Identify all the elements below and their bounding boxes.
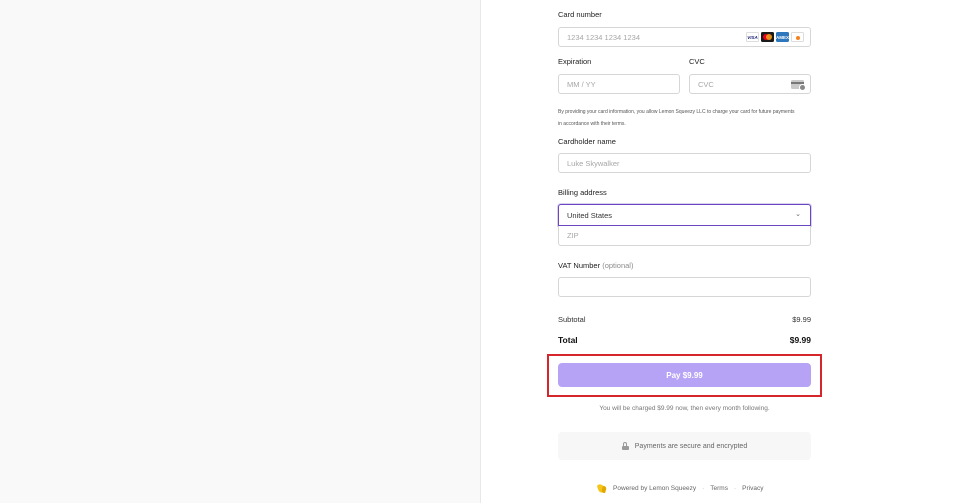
lock-icon: [621, 442, 629, 450]
cvc-card-icon: [791, 80, 806, 91]
card-number-label: Card number: [558, 10, 602, 19]
country-select[interactable]: United States ⌄: [558, 204, 811, 226]
cardholder-name-field[interactable]: Luke Skywalker: [558, 153, 811, 173]
billing-address-label: Billing address: [558, 188, 607, 197]
total-label: Total: [558, 335, 578, 345]
discover-icon: [791, 32, 804, 42]
vat-number-label: VAT Number (optional): [558, 261, 633, 270]
amex-icon: AMEX: [776, 32, 789, 42]
cardholder-name-label: Cardholder name: [558, 137, 616, 146]
zip-field[interactable]: ZIP: [558, 226, 811, 246]
total-row: Total $9.99: [558, 335, 811, 345]
vat-label-text: VAT Number: [558, 261, 601, 270]
secure-payment-banner: Payments are secure and encrypted: [558, 432, 811, 460]
footer-separator: ·: [733, 485, 737, 492]
total-value: $9.99: [789, 335, 811, 345]
expiration-placeholder: MM / YY: [567, 80, 596, 89]
card-number-field[interactable]: 1234 1234 1234 1234 VISA AMEX: [558, 27, 811, 47]
cardholder-name-placeholder: Luke Skywalker: [567, 159, 620, 168]
footer-separator: ·: [702, 485, 705, 492]
lemon-squeezy-logo-icon: [596, 483, 607, 494]
vat-number-field[interactable]: [558, 277, 811, 297]
charge-note: You will be charged $9.99 now, then ever…: [599, 405, 770, 412]
subtotal-value: $9.99: [792, 315, 811, 324]
consent-line-1: By providing your card information, you …: [558, 109, 795, 115]
cvc-field[interactable]: CVC: [689, 74, 811, 94]
chevron-down-icon: ⌄: [795, 211, 801, 218]
pay-button[interactable]: Pay $9.99: [558, 363, 811, 387]
visa-icon: VISA: [746, 32, 759, 42]
subtotal-row: Subtotal $9.99: [558, 315, 811, 324]
consent-line-2: in accordance with their terms.: [558, 121, 626, 127]
cvc-placeholder: CVC: [698, 80, 714, 89]
footer: Powered by Lemon Squeezy · Terms · Priva…: [596, 483, 763, 494]
card-brand-icons: VISA AMEX: [746, 32, 804, 42]
country-value: United States: [567, 211, 613, 220]
expiration-label: Expiration: [558, 57, 592, 66]
mastercard-icon: [761, 32, 774, 42]
powered-by-link[interactable]: Powered by Lemon Squeezy: [613, 485, 696, 492]
card-number-placeholder: 1234 1234 1234 1234: [567, 33, 640, 42]
secure-text: Payments are secure and encrypted: [634, 442, 748, 450]
checkout-panel: Card number 1234 1234 1234 1234 VISA AME…: [481, 0, 960, 503]
expiration-field[interactable]: MM / YY: [558, 74, 680, 94]
terms-link[interactable]: Terms: [710, 485, 728, 492]
card-consent-text: By providing your card information, you …: [558, 106, 811, 130]
privacy-link[interactable]: Privacy: [742, 485, 763, 492]
zip-placeholder: ZIP: [567, 231, 579, 240]
subtotal-label: Subtotal: [558, 315, 586, 324]
left-panel: [0, 0, 481, 503]
cvc-label: CVC: [689, 57, 705, 66]
vat-optional-text: (optional): [602, 261, 634, 270]
